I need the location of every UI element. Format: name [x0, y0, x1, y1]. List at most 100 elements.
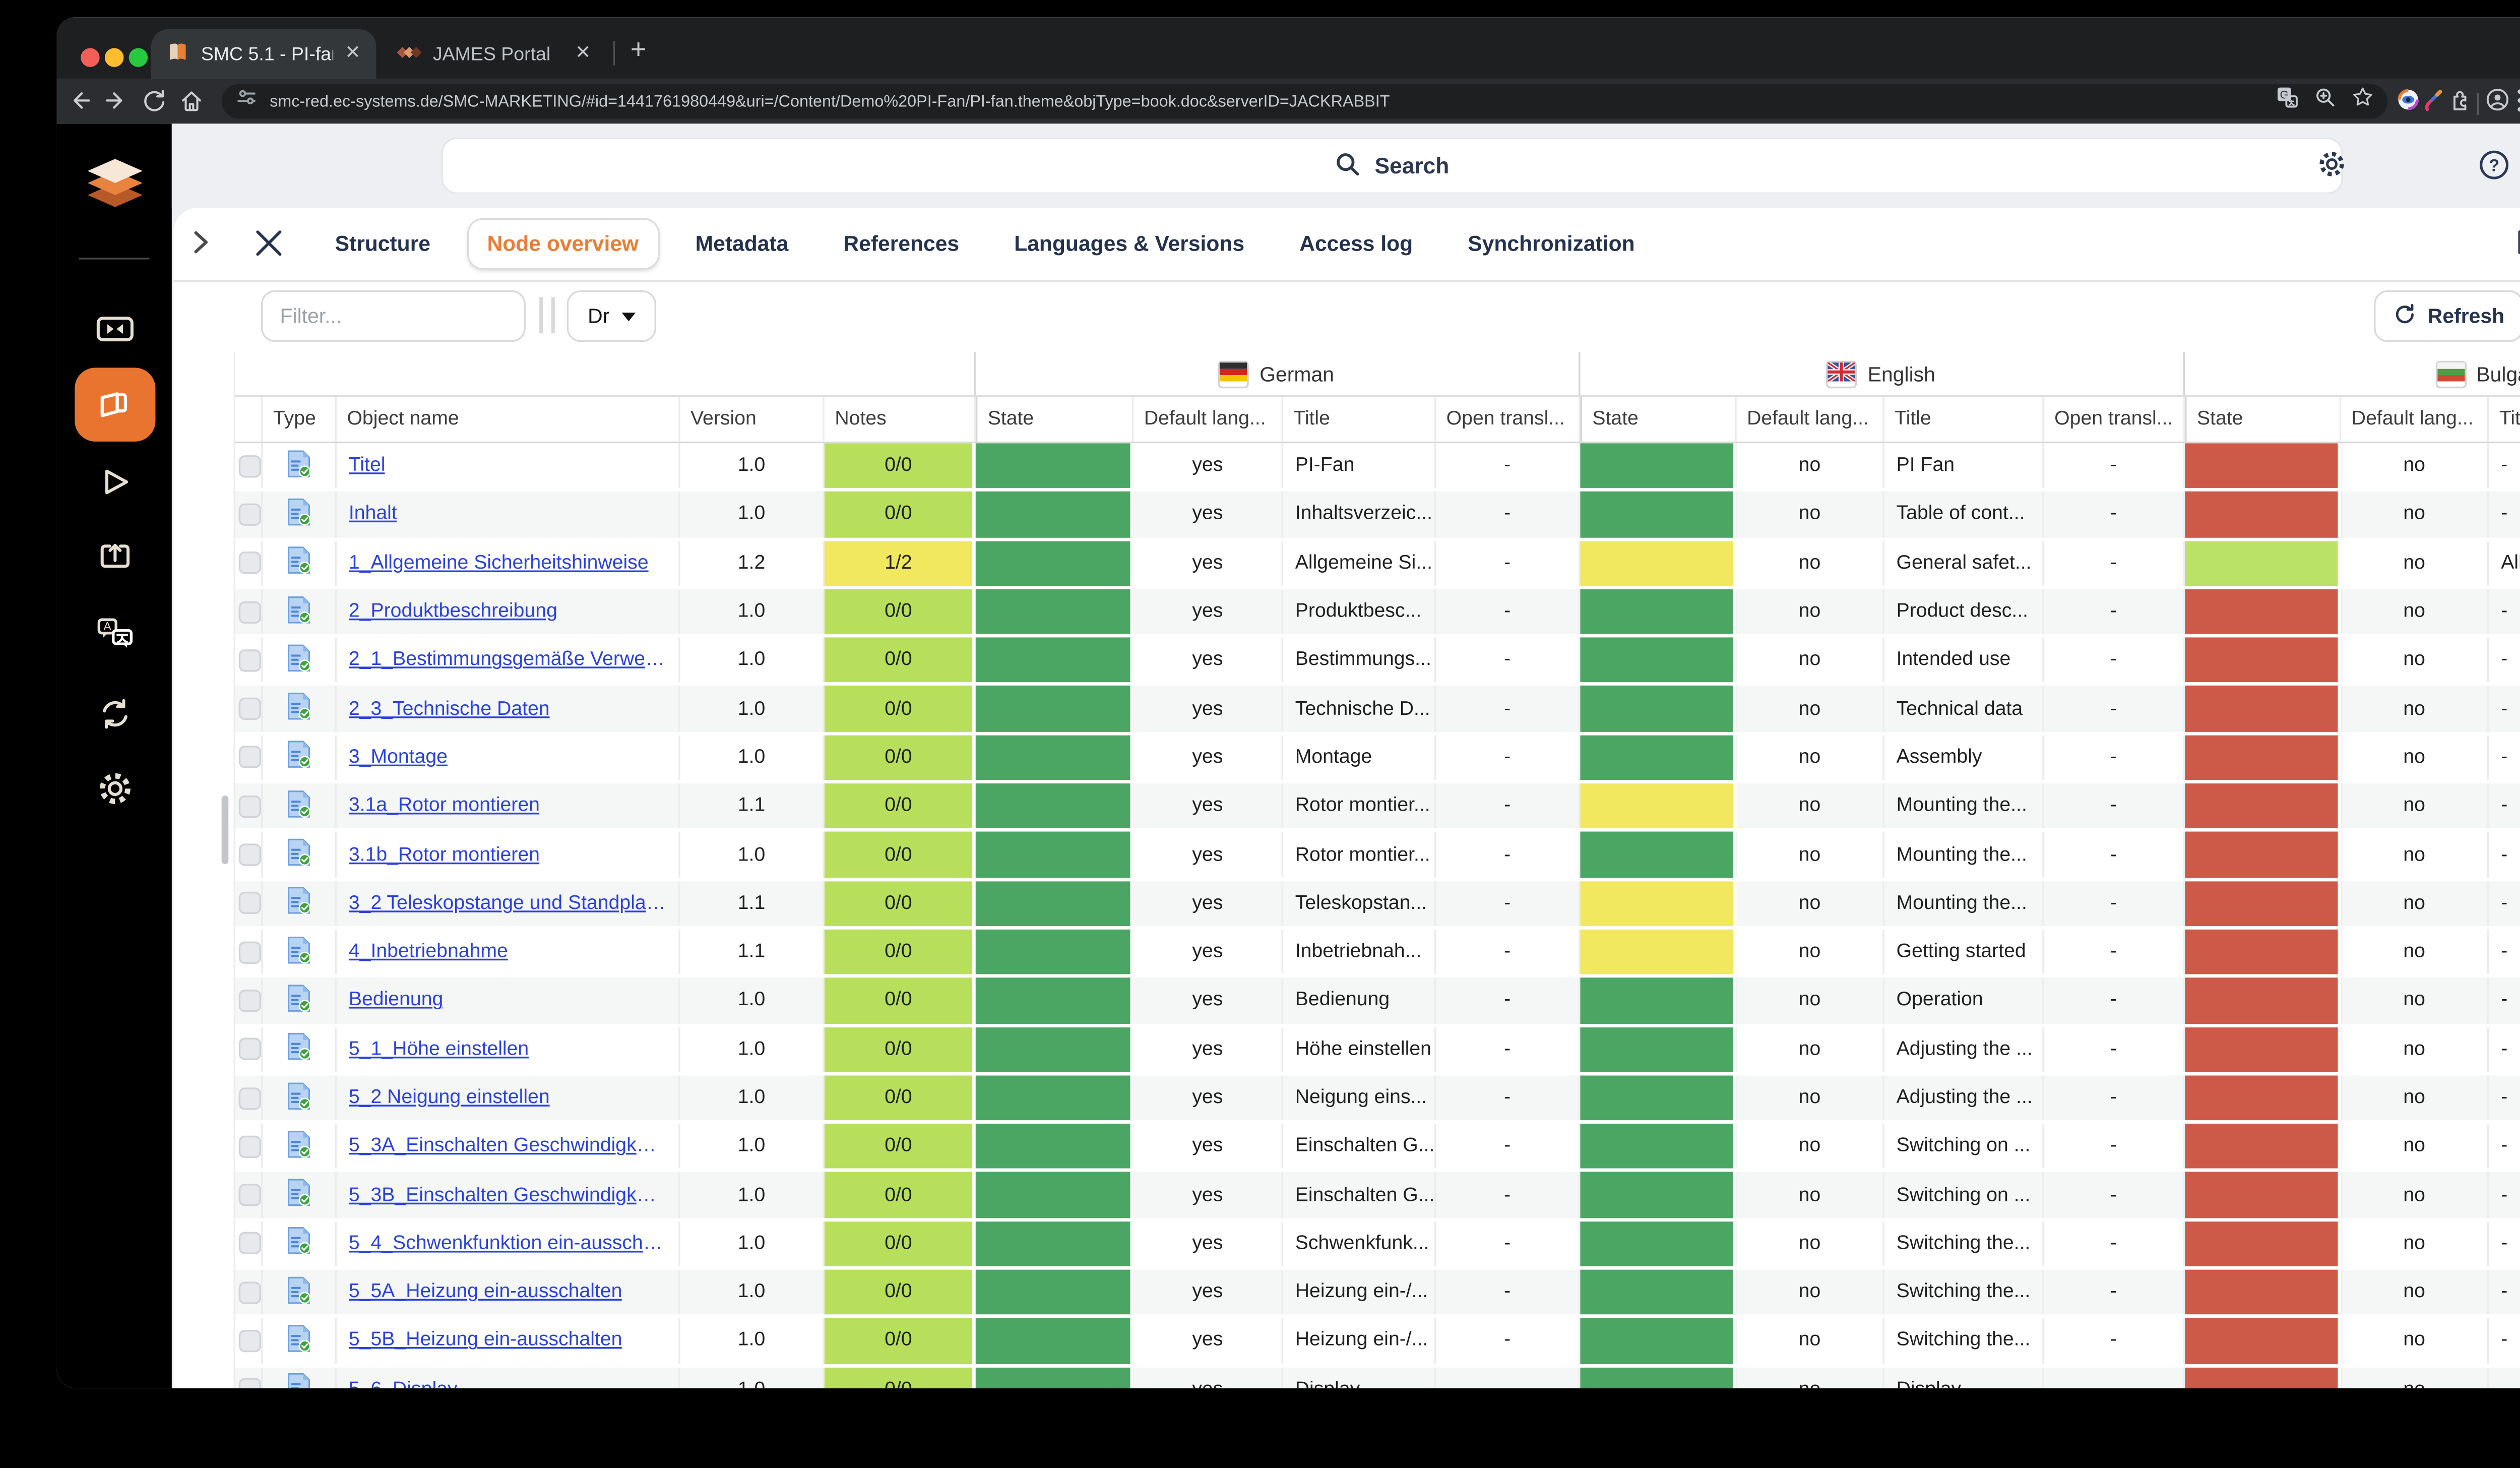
extensions-puzzle-icon[interactable]: [2448, 88, 2472, 120]
tab-metadata[interactable]: Metadata: [676, 220, 807, 268]
filter-input[interactable]: [261, 290, 526, 342]
header-open-transl-de[interactable]: Open transl...: [1436, 397, 1580, 442]
site-info-icon[interactable]: [235, 86, 258, 116]
row-checkbox[interactable]: [238, 1281, 260, 1303]
row-checkbox[interactable]: [238, 1233, 260, 1255]
object-name-link[interactable]: Titel: [349, 456, 386, 476]
traffic-minimize-button[interactable]: [105, 48, 123, 67]
traffic-close-button[interactable]: [81, 48, 99, 67]
object-name-link[interactable]: 5_3B_Einschalten Geschwindigkeit ei...: [349, 1185, 667, 1205]
header-version[interactable]: Version: [680, 397, 825, 442]
row-checkbox[interactable]: [238, 649, 260, 671]
header-open-transl-en[interactable]: Open transl...: [2044, 397, 2185, 442]
row-checkbox[interactable]: [238, 941, 260, 963]
object-name-link[interactable]: 5_5A_Heizung ein-ausschalten: [349, 1282, 622, 1303]
search-input[interactable]: Search: [443, 139, 2341, 193]
row-checkbox[interactable]: [238, 455, 260, 477]
tab-references[interactable]: References: [825, 220, 978, 268]
browser-menu-icon[interactable]: [2516, 88, 2520, 122]
browser-tab-smc[interactable]: SMC 5.1 - PI-fan ✕: [151, 29, 376, 79]
tab-node-overview[interactable]: Node overview: [467, 218, 660, 270]
object-name-link[interactable]: 5_6_Display: [349, 1379, 458, 1388]
object-name-link[interactable]: 3_Montage: [349, 747, 448, 768]
header-title-de[interactable]: Title: [1283, 397, 1436, 442]
object-name-link[interactable]: 3_2 Teleskopstange und Standplatte ...: [349, 893, 667, 914]
sidebar-item-sync[interactable]: [94, 694, 134, 733]
row-checkbox[interactable]: [238, 1330, 260, 1352]
row-checkbox[interactable]: [238, 843, 260, 866]
sidebar-item-translate[interactable]: A: [94, 614, 135, 655]
sidebar-item-books-active[interactable]: [74, 368, 155, 442]
sidebar-item-settings[interactable]: [94, 768, 135, 809]
object-name-link[interactable]: Bedienung: [349, 990, 443, 1011]
refresh-button[interactable]: Refresh: [2374, 290, 2520, 342]
row-checkbox[interactable]: [238, 990, 260, 1012]
header-default-lang-bg[interactable]: Default lang...: [2341, 397, 2489, 442]
object-name-link[interactable]: 3.1b_Rotor montieren: [349, 844, 540, 865]
object-name-link[interactable]: 2_1_Bestimmungsgemäße Verwendu...: [349, 650, 667, 670]
header-default-lang-en[interactable]: Default lang...: [1737, 397, 1884, 442]
header-notes[interactable]: Notes: [825, 397, 976, 442]
object-name-link[interactable]: 2_3_Technische Daten: [349, 699, 550, 719]
app-logo-icon[interactable]: [80, 158, 148, 217]
object-name-link[interactable]: 2_Produktbeschreibung: [349, 601, 557, 622]
row-checkbox[interactable]: [238, 1184, 260, 1206]
object-name-link[interactable]: 3.1a_Rotor montieren: [349, 796, 540, 817]
tab-close-icon[interactable]: ✕: [345, 45, 360, 64]
back-icon[interactable]: [67, 88, 93, 122]
bookmark-star-icon[interactable]: [2352, 86, 2374, 116]
header-type[interactable]: Type: [263, 397, 337, 442]
row-checkbox[interactable]: [238, 698, 260, 720]
close-icon[interactable]: [253, 227, 285, 268]
url-bar[interactable]: smc-red.ec-systems.de/SMC-MARKETING/#id=…: [222, 84, 2388, 118]
object-name-link[interactable]: 5_1_Höhe einstellen: [349, 1039, 529, 1060]
row-checkbox[interactable]: [238, 1038, 260, 1060]
row-checkbox[interactable]: [238, 892, 260, 914]
extension-eyedropper-icon[interactable]: [2422, 88, 2446, 120]
row-checkbox[interactable]: [238, 795, 260, 817]
object-name-link[interactable]: 1_Allgemeine Sicherheitshinweise: [349, 553, 649, 574]
tab-access-log[interactable]: Access log: [1281, 220, 1432, 268]
translate-icon[interactable]: G: [2276, 86, 2298, 116]
left-scrollbar-thumb[interactable]: [222, 796, 229, 864]
traffic-zoom-button[interactable]: [129, 48, 148, 67]
tab-languages-versions[interactable]: Languages & Versions: [995, 220, 1264, 268]
home-icon[interactable]: [178, 88, 204, 122]
header-state-de[interactable]: State: [976, 397, 1134, 442]
row-checkbox[interactable]: [238, 1135, 260, 1157]
row-checkbox[interactable]: [238, 600, 260, 623]
object-name-link[interactable]: 5_5B_Heizung ein-ausschalten: [349, 1331, 622, 1352]
tab-structure[interactable]: Structure: [316, 220, 449, 268]
state-filter-dropdown[interactable]: Dr: [567, 290, 656, 342]
header-state-bg[interactable]: State: [2185, 397, 2341, 442]
header-default-lang-de[interactable]: Default lang...: [1133, 397, 1283, 442]
reload-icon[interactable]: [141, 88, 166, 122]
extension-eye-icon[interactable]: [2396, 88, 2420, 120]
tab-close-icon[interactable]: ✕: [575, 45, 591, 64]
object-name-link[interactable]: 5_2 Neigung einstellen: [349, 1087, 550, 1108]
row-checkbox[interactable]: [238, 1087, 260, 1109]
settings-gear-icon[interactable]: [2315, 148, 2348, 189]
object-name-link[interactable]: Inhalt: [349, 504, 397, 525]
header-title-bg[interactable]: Title: [2489, 397, 2520, 442]
header-state-en[interactable]: State: [1581, 397, 1737, 442]
sidebar-item-play[interactable]: [94, 462, 134, 502]
row-checkbox[interactable]: [238, 552, 260, 574]
tab-synchronization[interactable]: Synchronization: [1449, 220, 1654, 268]
expand-chevron-icon[interactable]: [191, 228, 213, 265]
object-name-link[interactable]: 4_Inbetriebnahme: [349, 942, 508, 962]
object-name-link[interactable]: 5_3A_Einschalten Geschwindigkeit e...: [349, 1136, 667, 1157]
help-icon[interactable]: ?: [2479, 150, 2509, 189]
profile-icon[interactable]: [2486, 88, 2510, 120]
header-object-name[interactable]: Object name: [337, 397, 680, 442]
new-tab-button[interactable]: +: [631, 38, 647, 66]
row-checkbox[interactable]: [238, 503, 260, 525]
zoom-icon[interactable]: [2314, 86, 2336, 116]
sidebar-item-export[interactable]: [94, 536, 134, 575]
forward-icon[interactable]: [103, 88, 129, 122]
header-title-en[interactable]: Title: [1884, 397, 2044, 442]
object-name-link[interactable]: 5_4_Schwenkfunktion ein-ausschalten: [349, 1234, 667, 1254]
row-checkbox[interactable]: [238, 1378, 260, 1388]
row-checkbox[interactable]: [238, 747, 260, 769]
sidebar-item-media[interactable]: [94, 309, 134, 348]
